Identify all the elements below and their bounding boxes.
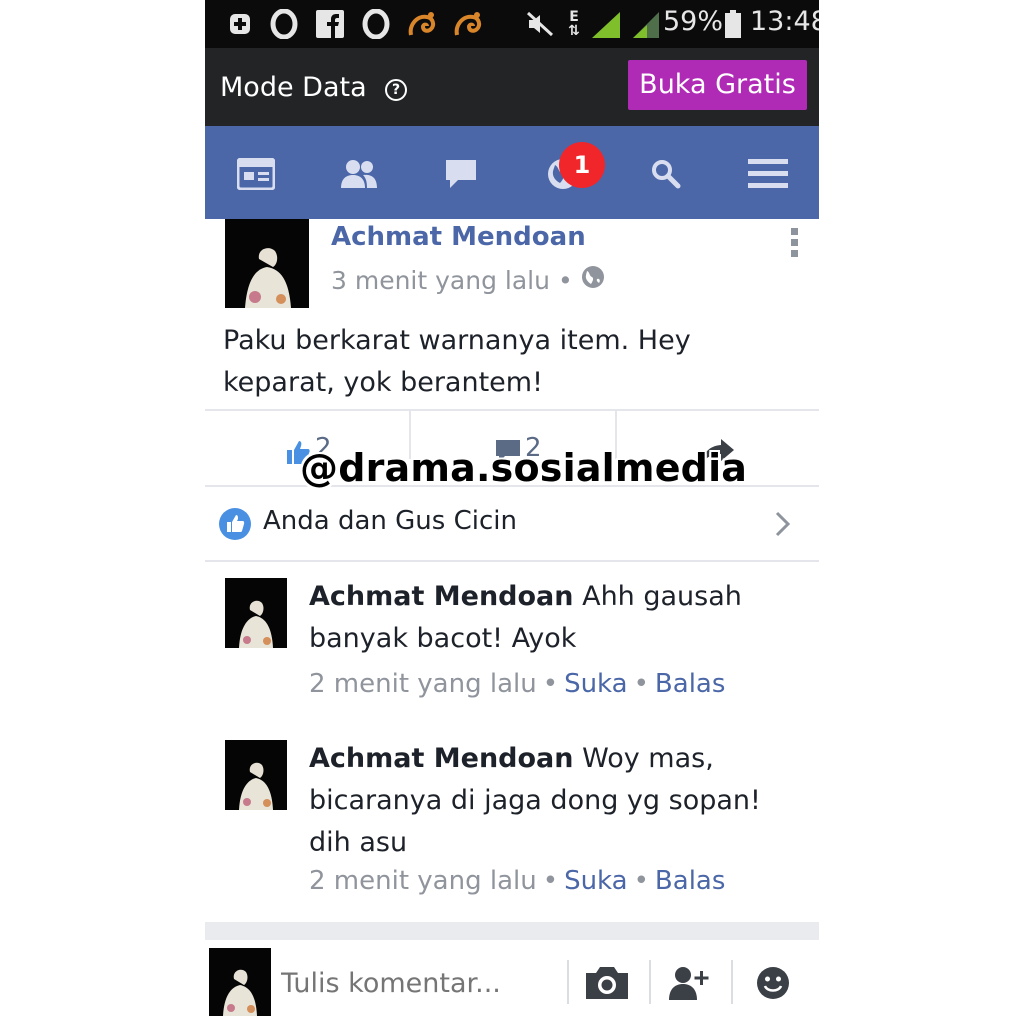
- comment-text: Achmat Mendoan Ahh gausah banyak bacot! …: [309, 576, 799, 660]
- comment-author-name[interactable]: Achmat Mendoan: [309, 743, 574, 774]
- facebook-icon: [315, 10, 345, 38]
- watermark: @drama.sosialmedia: [300, 446, 748, 490]
- phone-screen: E⇅ 59% 13:48 Mode Data ? Buka Gratis: [205, 0, 819, 1024]
- messages-icon[interactable]: [441, 154, 481, 194]
- likes-summary-row[interactable]: Anda dan Gus Cicin: [205, 490, 819, 560]
- squirrel-icon: [407, 10, 439, 38]
- squirrel-icon: [453, 10, 485, 38]
- status-bar: E⇅ 59% 13:48: [205, 0, 819, 48]
- news-feed-icon[interactable]: [236, 154, 276, 194]
- mute-icon: [525, 10, 555, 38]
- comment-meta: 2 menit yang lalu • Suka • Balas: [309, 866, 726, 896]
- open-free-button[interactable]: Buka Gratis: [628, 60, 807, 110]
- data-mode-bar: Mode Data ? Buka Gratis: [205, 48, 819, 126]
- friends-icon[interactable]: [339, 154, 379, 194]
- help-icon[interactable]: ?: [385, 79, 407, 101]
- comment-timestamp: 2 menit yang lalu: [309, 669, 537, 699]
- plus-icon: [227, 10, 253, 38]
- comment-input[interactable]: [279, 958, 553, 1008]
- comment-composer: [205, 940, 819, 1024]
- signal-icon: [589, 10, 623, 38]
- avatar: [209, 948, 271, 1016]
- divider: [205, 560, 819, 562]
- comment-item: Achmat Mendoan Woy mas, bicaranya di jag…: [205, 738, 819, 908]
- top-navigation: [205, 126, 819, 219]
- post-author-name[interactable]: Achmat Mendoan: [331, 222, 586, 252]
- comment-like-link[interactable]: Suka: [564, 866, 628, 896]
- battery-icon: [723, 10, 743, 38]
- menu-icon[interactable]: [748, 154, 788, 194]
- battery-percentage: 59%: [663, 6, 724, 37]
- like-reaction-icon: [219, 508, 251, 540]
- clock: 13:48: [750, 6, 819, 37]
- section-separator: [205, 922, 819, 940]
- comment-like-link[interactable]: Suka: [564, 669, 628, 699]
- comment-item: Achmat Mendoan Ahh gausah banyak bacot! …: [205, 576, 819, 706]
- avatar[interactable]: [225, 219, 309, 308]
- emoji-icon[interactable]: [745, 958, 801, 1008]
- comment-author-name[interactable]: Achmat Mendoan: [309, 581, 574, 612]
- avatar[interactable]: [225, 578, 287, 648]
- globe-icon: [581, 265, 605, 295]
- opera-icon: [269, 9, 299, 39]
- comment-timestamp: 2 menit yang lalu: [309, 866, 537, 896]
- divider: [649, 960, 651, 1004]
- camera-icon[interactable]: [579, 958, 635, 1008]
- post-timestamp[interactable]: 3 menit yang lalu: [331, 266, 550, 295]
- comment-reply-link[interactable]: Balas: [655, 669, 725, 699]
- opera-icon: [361, 9, 391, 39]
- divider: [731, 960, 733, 1004]
- post-options-icon[interactable]: [791, 228, 799, 261]
- data-mode-title: Mode Data: [220, 72, 367, 103]
- data-type-icon: E ⇅: [568, 9, 580, 39]
- search-icon[interactable]: [646, 154, 686, 194]
- signal-type-label: E: [569, 9, 579, 25]
- divider: [567, 960, 569, 1004]
- chevron-right-icon: [775, 511, 791, 537]
- comment-text: Achmat Mendoan Woy mas, bicaranya di jag…: [309, 738, 799, 864]
- post-body: Paku berkarat warnanya item. Hey keparat…: [223, 325, 691, 398]
- tag-friend-icon[interactable]: [661, 958, 717, 1008]
- meta-separator: •: [557, 265, 573, 295]
- post-meta: 3 menit yang lalu •: [331, 265, 605, 295]
- comment-reply-link[interactable]: Balas: [655, 866, 725, 896]
- comment-meta: 2 menit yang lalu • Suka • Balas: [309, 669, 726, 699]
- signal-icon: [631, 10, 661, 38]
- likes-summary-text: Anda dan Gus Cicin: [263, 506, 517, 536]
- avatar[interactable]: [225, 740, 287, 810]
- notification-badge: 1: [559, 142, 605, 188]
